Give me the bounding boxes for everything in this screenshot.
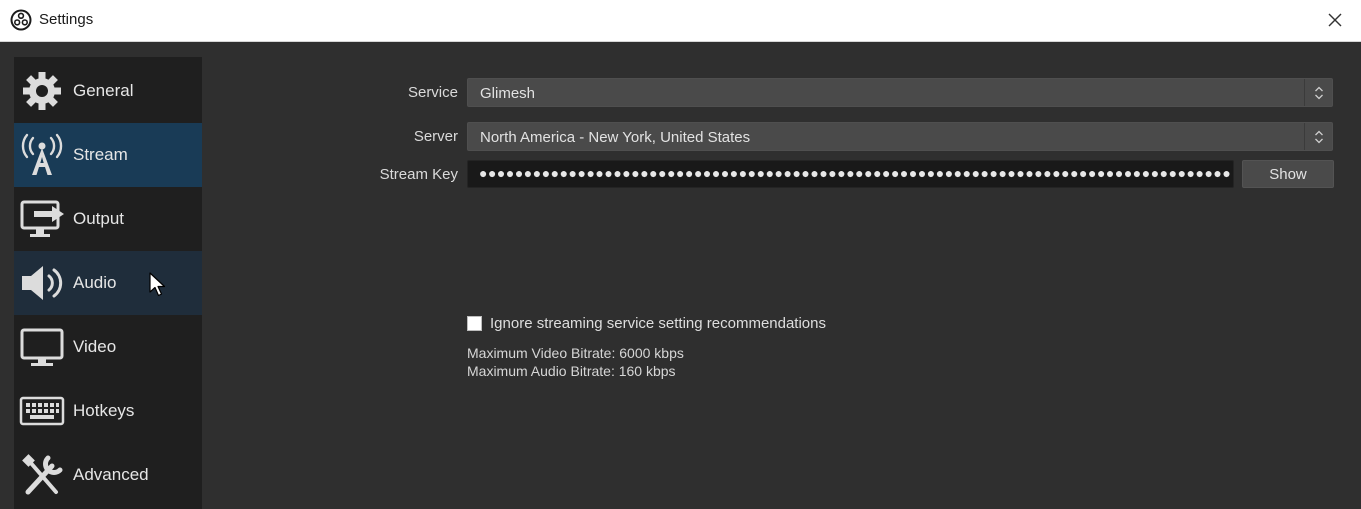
sidebar-item-label: Video — [73, 337, 117, 356]
close-button[interactable] — [1321, 6, 1349, 34]
mouse-cursor-icon — [149, 272, 166, 297]
wrench-screwdriver-icon — [22, 454, 63, 495]
service-select[interactable]: Glimesh — [467, 78, 1333, 107]
max-audio-bitrate-text: Maximum Audio Bitrate: 160 kbps — [467, 363, 676, 379]
monitor-icon — [20, 328, 64, 366]
output-monitor-icon — [20, 200, 64, 237]
speaker-icon — [22, 266, 63, 300]
ignore-recommendations-row: Ignore streaming service setting recomme… — [467, 313, 826, 333]
sidebar-item-label: Output — [73, 209, 125, 228]
sidebar-item-output[interactable]: Output — [14, 187, 202, 251]
sidebar-item-audio[interactable]: Audio — [14, 251, 202, 315]
stream-key-input[interactable]: ●●●●●●●●●●●●●●●●●●●●●●●●●●●●●●●●●●●●●●●●… — [467, 160, 1234, 188]
sidebar-item-stream[interactable]: Stream — [14, 123, 202, 187]
settings-sidebar: General Stream Output Audio Video Hotkey… — [14, 57, 202, 509]
gear-icon — [23, 72, 61, 110]
updown-arrows-icon — [1304, 79, 1332, 106]
service-label: Service — [407, 84, 458, 101]
ignore-recommendations-label[interactable]: Ignore streaming service setting recomme… — [490, 315, 826, 332]
title-bar: Settings — [0, 0, 1361, 42]
server-label: Server — [413, 128, 458, 145]
stream-key-label: Stream Key — [379, 166, 458, 183]
sidebar-item-general[interactable]: General — [14, 59, 202, 123]
stream-key-masked-value: ●●●●●●●●●●●●●●●●●●●●●●●●●●●●●●●●●●●●●●●●… — [479, 165, 1232, 181]
max-video-bitrate-text: Maximum Video Bitrate: 6000 kbps — [467, 345, 684, 361]
sidebar-item-label: Stream — [73, 145, 128, 164]
show-key-button[interactable]: Show — [1242, 160, 1334, 188]
server-value: North America - New York, United States — [480, 129, 751, 146]
service-value: Glimesh — [480, 85, 536, 102]
sidebar-item-video[interactable]: Video — [14, 315, 202, 379]
updown-arrows-icon — [1304, 123, 1332, 150]
server-select[interactable]: North America - New York, United States — [467, 122, 1333, 151]
sidebar-item-label: Hotkeys — [73, 401, 135, 420]
keyboard-icon — [19, 396, 65, 426]
settings-window: Settings General Stream Output Audio Vid… — [0, 0, 1361, 509]
ignore-recommendations-checkbox[interactable] — [467, 315, 482, 331]
broadcast-antenna-icon — [21, 133, 63, 175]
close-icon — [1328, 13, 1342, 27]
sidebar-item-label: Advanced — [73, 465, 149, 484]
sidebar-item-label: Audio — [73, 273, 117, 292]
obs-logo-icon — [10, 9, 32, 31]
sidebar-item-advanced[interactable]: Advanced — [14, 443, 202, 507]
sidebar-item-label: General — [73, 81, 134, 100]
window-title: Settings — [39, 11, 94, 28]
sidebar-item-hotkeys[interactable]: Hotkeys — [14, 379, 202, 443]
